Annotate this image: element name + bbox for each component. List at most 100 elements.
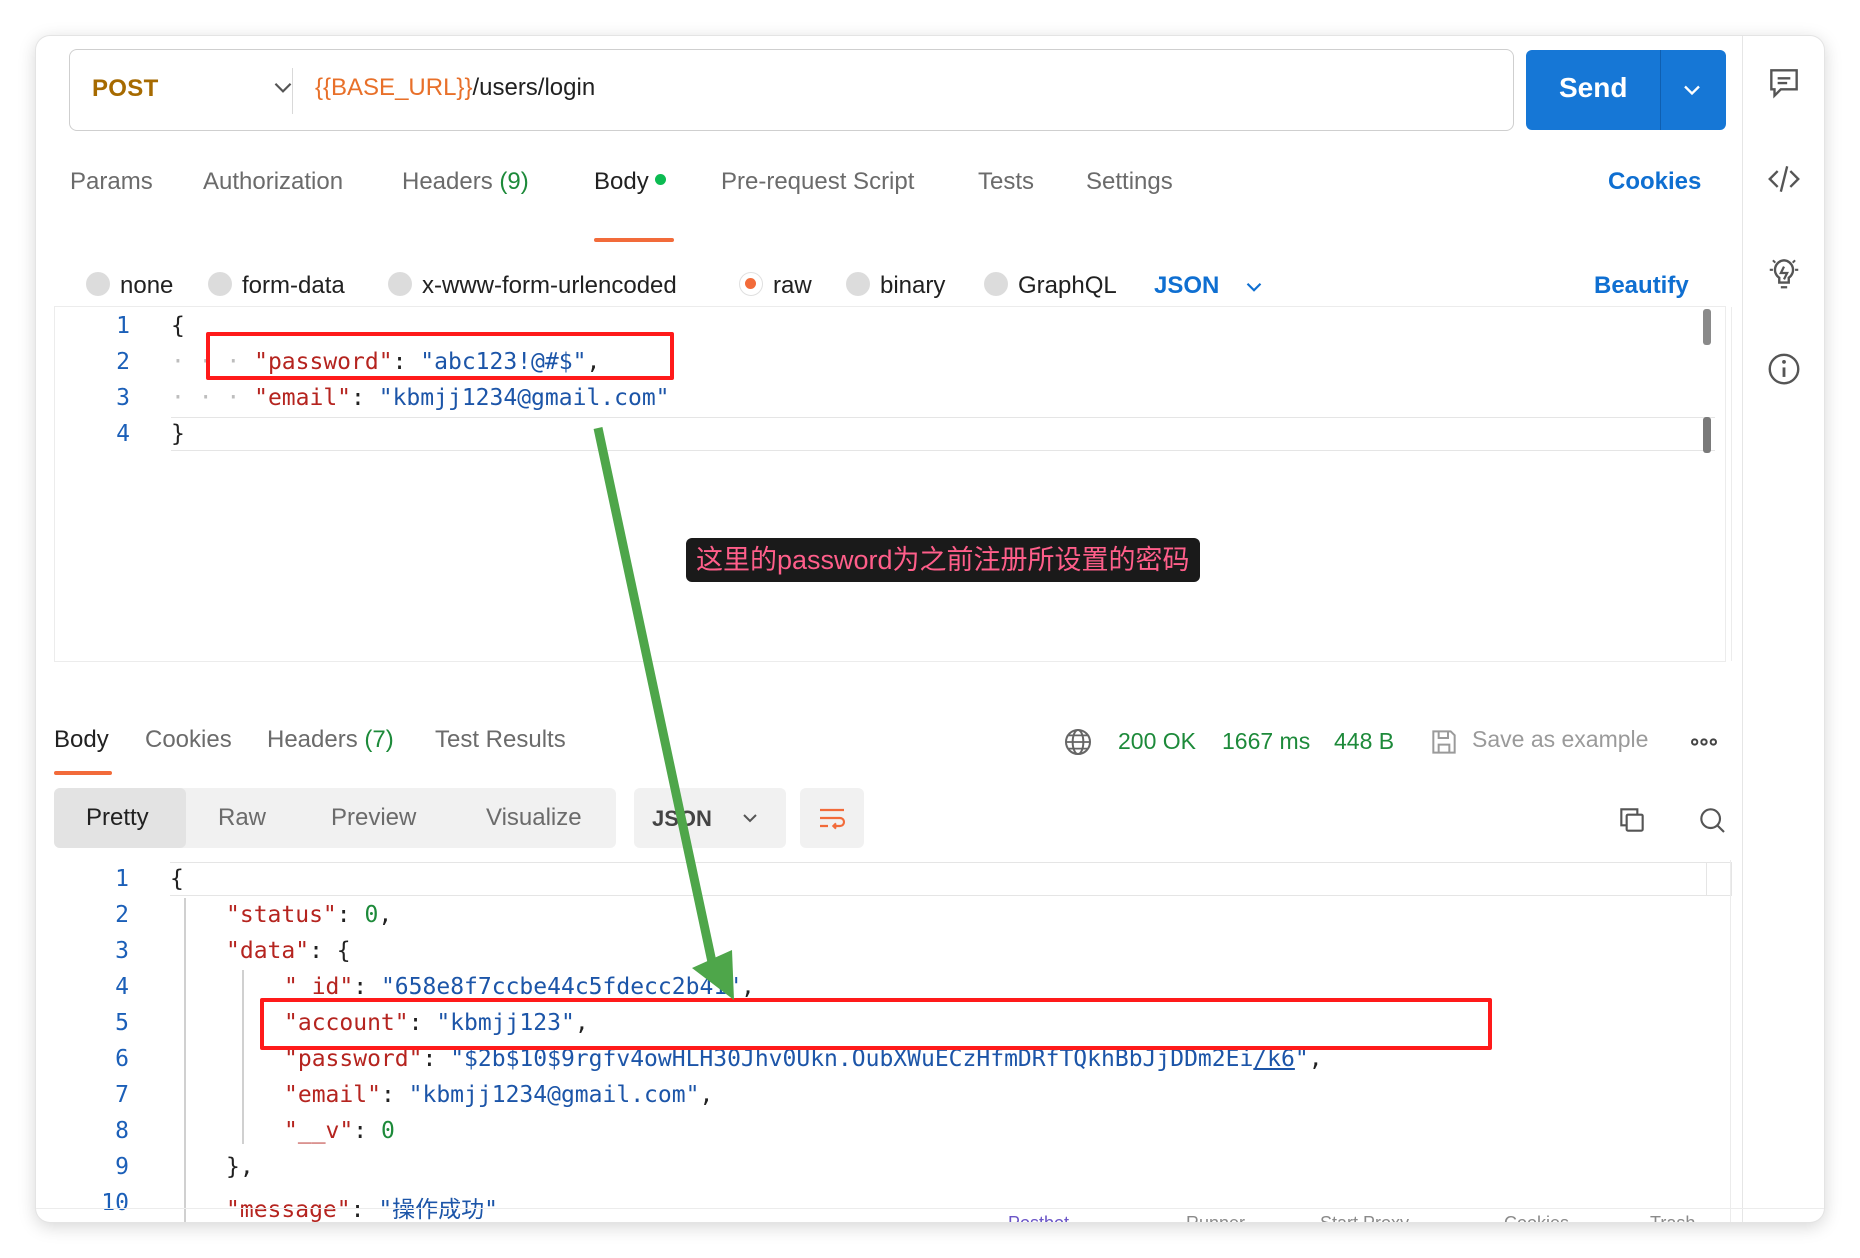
- divider: [1660, 50, 1661, 130]
- format-label: JSON: [652, 806, 712, 831]
- start-proxy-button[interactable]: Start Proxy: [1320, 1213, 1409, 1222]
- trash-button[interactable]: Trash: [1650, 1213, 1695, 1222]
- indent-guide: [242, 970, 244, 1144]
- code-line: {: [171, 313, 185, 339]
- response-size[interactable]: 448 B: [1334, 728, 1394, 755]
- line-number: 6: [115, 1046, 129, 1072]
- response-format-select[interactable]: JSON: [634, 788, 786, 848]
- tab-body[interactable]: Body: [594, 168, 666, 196]
- code-line: },: [226, 1154, 254, 1180]
- tab-pre-request-script[interactable]: Pre-request Script: [721, 168, 914, 196]
- divider: [292, 68, 293, 114]
- send-label: Send: [1559, 72, 1628, 103]
- right-sidebar: [1742, 36, 1824, 1222]
- scrollbar-thumb[interactable]: [1703, 309, 1711, 345]
- runner-button[interactable]: Runner: [1186, 1213, 1245, 1222]
- tab-settings[interactable]: Settings: [1086, 168, 1173, 196]
- save-as-example-button[interactable]: Save as example: [1472, 726, 1648, 753]
- tab-response-headers[interactable]: Headers (7): [267, 726, 394, 754]
- send-button[interactable]: Send: [1526, 50, 1726, 130]
- line-number: 3: [116, 385, 130, 411]
- body-format-select[interactable]: JSON: [1154, 272, 1219, 300]
- view-visualize[interactable]: Visualize: [486, 804, 582, 832]
- line-number: 4: [115, 974, 129, 1000]
- radio-binary[interactable]: binary: [846, 271, 946, 300]
- tab-authorization[interactable]: Authorization: [203, 168, 343, 196]
- info-icon[interactable]: [1765, 350, 1803, 388]
- indent-guide: [184, 898, 186, 1222]
- cookies-button[interactable]: Cookies: [1504, 1213, 1569, 1222]
- scrollbar-track[interactable]: [1706, 862, 1732, 896]
- tab-headers-label: Headers: [402, 168, 493, 195]
- beautify-link[interactable]: Beautify: [1594, 272, 1689, 300]
- radio-x-www-form-urlencoded[interactable]: x-www-form-urlencoded: [388, 271, 677, 300]
- tab-params[interactable]: Params: [70, 168, 153, 196]
- radio-label: binary: [880, 272, 946, 299]
- radio-graphql[interactable]: GraphQL: [984, 271, 1117, 300]
- comment-icon[interactable]: [1765, 64, 1803, 102]
- code-line: "_id": "658e8f7ccbe44c5fdecc2b41",: [284, 974, 755, 1000]
- search-icon[interactable]: [1696, 804, 1728, 836]
- save-icon[interactable]: [1428, 726, 1460, 758]
- tab-count: (7): [364, 726, 394, 753]
- url-path: /users/login: [472, 74, 596, 101]
- view-raw[interactable]: Raw: [218, 804, 266, 832]
- line-number: 2: [115, 902, 129, 928]
- method-select[interactable]: POST: [92, 75, 159, 103]
- radio-label: raw: [773, 272, 812, 299]
- request-tabs: Params Authorization Headers (9) Body Pr…: [36, 154, 1742, 214]
- json-value: "kbmjj1234@gmail.com": [408, 1082, 700, 1108]
- copy-icon[interactable]: [1616, 804, 1648, 836]
- tab-tests[interactable]: Tests: [978, 168, 1034, 196]
- chevron-down-icon[interactable]: [1241, 274, 1267, 300]
- tab-headers[interactable]: Headers (9): [402, 168, 529, 196]
- divider: [1731, 307, 1732, 661]
- code-line: "__v": 0: [284, 1118, 395, 1144]
- status-code[interactable]: 200 OK: [1118, 728, 1196, 755]
- code-line: · · · "email": "kbmjj1234@gmail.com": [171, 385, 670, 411]
- radio-label: form-data: [242, 272, 345, 299]
- tab-test-results[interactable]: Test Results: [435, 726, 566, 754]
- code-line: }: [171, 421, 185, 447]
- line-number: 2: [116, 349, 130, 375]
- radio-form-data[interactable]: form-data: [208, 271, 345, 300]
- postbot-button[interactable]: Postbot: [1008, 1213, 1069, 1222]
- tab-response-body[interactable]: Body: [54, 726, 109, 754]
- view-pretty[interactable]: Pretty: [86, 804, 149, 832]
- body-type-selector: none form-data x-www-form-urlencoded raw…: [36, 262, 1742, 312]
- line-gutter: 1 2 3 4: [55, 307, 165, 661]
- line-number: 9: [115, 1154, 129, 1180]
- radio-circle: [208, 271, 232, 296]
- url-bar: POST {{BASE_URL}}/users/login: [69, 49, 1514, 131]
- line-number: 1: [115, 866, 129, 892]
- active-tab-indicator: [594, 238, 674, 242]
- chevron-down-icon[interactable]: [1678, 76, 1706, 104]
- json-brace: }: [226, 1154, 240, 1180]
- more-icon[interactable]: [1688, 726, 1720, 758]
- json-key: "email": [284, 1082, 381, 1108]
- view-preview[interactable]: Preview: [331, 804, 416, 832]
- response-time[interactable]: 1667 ms: [1222, 728, 1310, 755]
- lightbulb-icon[interactable]: [1765, 254, 1803, 292]
- radio-raw[interactable]: raw: [739, 271, 812, 300]
- response-tabs: Body Cookies Headers (7) Test Results 20…: [36, 720, 1742, 776]
- url-input[interactable]: {{BASE_URL}}/users/login: [315, 74, 595, 102]
- json-key: "_id": [284, 974, 354, 1000]
- line-number: 4: [116, 421, 130, 447]
- tab-response-cookies[interactable]: Cookies: [145, 726, 232, 754]
- code-line: "status": 0,: [226, 902, 393, 928]
- globe-icon[interactable]: [1062, 726, 1094, 758]
- annotation-note: 这里的password为之前注册所设置的密码: [686, 538, 1200, 582]
- tab-body-label: Body: [594, 168, 649, 195]
- radio-circle-selected: [739, 271, 763, 296]
- json-key: "status": [226, 902, 337, 928]
- code-icon[interactable]: [1765, 160, 1803, 198]
- json-value: "kbmjj1234@gmail.com": [378, 385, 670, 411]
- radio-none[interactable]: none: [86, 271, 173, 300]
- scrollbar-thumb[interactable]: [1703, 417, 1711, 453]
- wrap-lines-button[interactable]: [800, 788, 864, 848]
- cookies-link[interactable]: Cookies: [1608, 168, 1701, 196]
- active-tab-indicator: [54, 771, 112, 775]
- highlight-box-request-password: [206, 332, 674, 380]
- json-key: "__v": [284, 1118, 354, 1144]
